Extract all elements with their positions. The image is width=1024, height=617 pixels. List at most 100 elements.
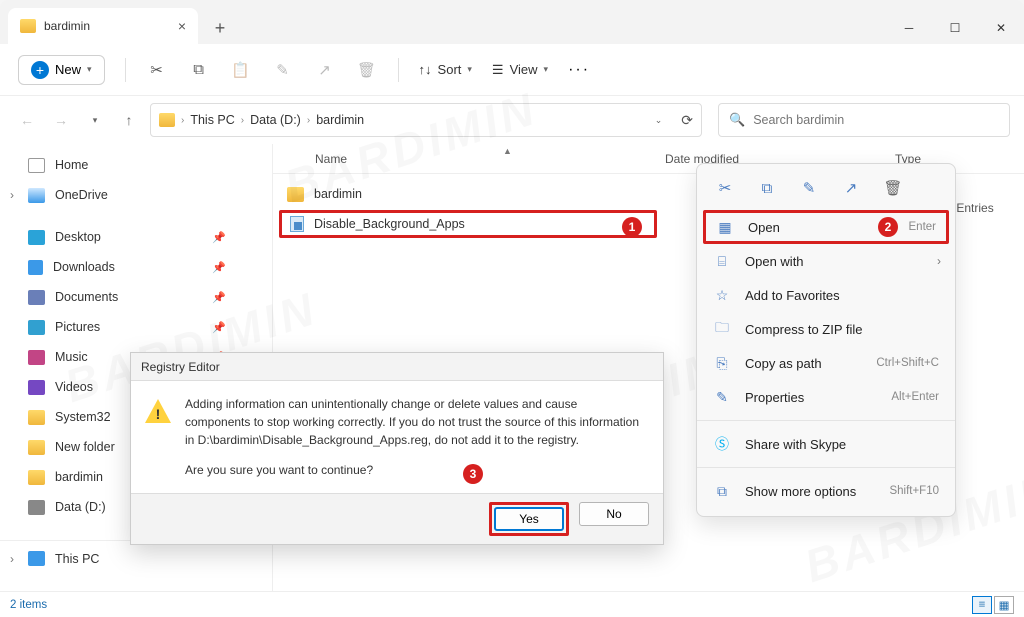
new-label: New <box>55 62 81 77</box>
cut-icon[interactable]: ✂ <box>146 59 168 81</box>
ctx-item-copypath[interactable]: ⎘ Copy as path Ctrl+Shift+C <box>697 346 955 380</box>
rename-icon[interactable]: ✎ <box>272 59 294 81</box>
sidebar-item-label: This PC <box>55 552 99 566</box>
chevron-down-icon[interactable]: ⌄ <box>655 115 663 126</box>
pin-icon: 📌 <box>212 261 226 274</box>
no-button[interactable]: No <box>579 502 649 526</box>
file-row-regfile[interactable]: Disable_Background_Apps 1 <box>279 210 657 238</box>
ctx-label: Properties <box>745 390 804 405</box>
copy-icon[interactable]: ⧉ <box>753 176 781 200</box>
copy-icon[interactable]: ⧉ <box>188 59 210 81</box>
sidebar-item-label: Data (D:) <box>55 500 106 514</box>
tab-title: bardimin <box>44 19 170 33</box>
properties-icon: ✎ <box>713 388 731 406</box>
pc-icon <box>28 551 45 566</box>
toolbar: + New ▾ ✂ ⧉ 📋 ✎ ↗ 🗑 ↑↓ Sort ▾ ☰ View ▾ ·… <box>0 44 1024 96</box>
view-icon: ☰ <box>492 62 504 78</box>
sidebar-item-onedrive[interactable]: OneDrive <box>0 180 272 210</box>
new-tab-button[interactable]: + <box>204 12 236 44</box>
dialog-message: Adding information can unintentionally c… <box>185 395 645 449</box>
ctx-item-open[interactable]: ▦ Open 2 Enter <box>703 210 949 244</box>
yes-button[interactable]: Yes <box>494 507 564 531</box>
pin-icon: 📌 <box>212 321 226 334</box>
ctx-label: Add to Favorites <box>745 288 840 303</box>
status-bar: 2 items ≡ ▦ <box>0 591 1024 617</box>
sidebar-item-home[interactable]: Home <box>0 150 272 180</box>
folder-icon <box>159 113 175 127</box>
sidebar-item-downloads[interactable]: Downloads 📌 <box>0 252 272 282</box>
forward-button[interactable]: → <box>48 107 74 133</box>
ctx-item-properties[interactable]: ✎ Properties Alt+Enter <box>697 380 955 414</box>
annotation-badge-2: 2 <box>878 217 898 237</box>
more-button[interactable]: ··· <box>568 61 590 79</box>
icons-view-button[interactable]: ▦ <box>994 596 1014 614</box>
minimize-button[interactable]: ─ <box>886 12 932 44</box>
ctx-label: Share with Skype <box>745 437 846 452</box>
maximize-button[interactable]: ☐ <box>932 12 978 44</box>
refresh-icon[interactable]: ⟳ <box>681 112 693 129</box>
close-button[interactable]: ✕ <box>978 12 1024 44</box>
sidebar-item-label: Home <box>55 158 88 172</box>
sidebar-item-desktop[interactable]: Desktop📌 <box>0 222 272 252</box>
chevron-down-icon: ▾ <box>87 64 92 75</box>
sidebar-item-documents[interactable]: Documents📌 <box>0 282 272 312</box>
shortcut-label: Enter <box>909 221 937 233</box>
annotation-badge-3: 3 <box>463 464 483 484</box>
ctx-label: Show more options <box>745 484 856 499</box>
registry-dialog: Registry Editor Adding information can u… <box>130 352 664 545</box>
context-menu: ✂ ⧉ ✎ ↗ 🗑 ▦ Open 2 Enter ⌸ Open with › ☆… <box>696 163 956 517</box>
shortcut-label: Alt+Enter <box>891 391 939 403</box>
search-input[interactable] <box>753 113 999 127</box>
address-row: ← → ▾ ↑ › This PC › Data (D:) › bardimin… <box>0 96 1024 144</box>
new-button[interactable]: + New ▾ <box>18 55 105 85</box>
dialog-question: Are you sure you want to continue? <box>185 461 645 479</box>
ctx-label: Open with <box>745 254 804 269</box>
folder-icon <box>28 410 45 425</box>
sidebar-item-label: System32 <box>55 410 111 424</box>
sidebar-item-label: Videos <box>55 380 93 394</box>
window-tab[interactable]: bardimin × <box>8 8 198 44</box>
up-button[interactable]: ↑ <box>116 107 142 133</box>
rename-icon[interactable]: ✎ <box>795 176 823 200</box>
chevron-down-icon: ▾ <box>544 64 549 75</box>
ctx-item-more[interactable]: ⧉ Show more options Shift+F10 <box>697 474 955 508</box>
paste-icon[interactable]: 📋 <box>230 59 252 81</box>
breadcrumb-folder[interactable]: bardimin <box>316 113 364 127</box>
downloads-icon <box>28 260 43 275</box>
pictures-icon <box>28 320 45 335</box>
ctx-item-favorites[interactable]: ☆ Add to Favorites <box>697 278 955 312</box>
details-view-button[interactable]: ≡ <box>972 596 992 614</box>
ctx-item-compress[interactable]: 🗀 Compress to ZIP file <box>697 312 955 346</box>
breadcrumb-drive[interactable]: Data (D:) <box>250 113 301 127</box>
sidebar-item-pictures[interactable]: Pictures📌 <box>0 312 272 342</box>
back-button[interactable]: ← <box>14 107 40 133</box>
cloud-icon <box>28 188 45 203</box>
sidebar-item-label: Desktop <box>55 230 101 244</box>
ctx-item-openwith[interactable]: ⌸ Open with › <box>697 244 955 278</box>
regfile-icon <box>290 216 304 232</box>
column-name[interactable]: Name <box>273 152 665 166</box>
ctx-item-skype[interactable]: Ⓢ Share with Skype <box>697 427 955 461</box>
view-button[interactable]: ☰ View ▾ <box>492 62 548 78</box>
sidebar-item-label: Music <box>55 350 88 364</box>
annotation-badge-1: 1 <box>622 217 642 237</box>
share-icon[interactable]: ↗ <box>837 176 865 200</box>
pin-icon: 📌 <box>212 291 226 304</box>
sidebar-item-label: OneDrive <box>55 188 108 202</box>
delete-icon[interactable]: 🗑 <box>356 59 378 81</box>
share-icon[interactable]: ↗ <box>314 59 336 81</box>
cut-icon[interactable]: ✂ <box>711 176 739 200</box>
sidebar-item-label: Downloads <box>53 260 115 274</box>
search-box[interactable]: 🔍 <box>718 103 1010 137</box>
ctx-label: Copy as path <box>745 356 822 371</box>
delete-icon[interactable]: 🗑 <box>879 176 907 200</box>
sort-button[interactable]: ↑↓ Sort ▾ <box>419 62 472 77</box>
copypath-icon: ⎘ <box>713 354 731 372</box>
title-bar: bardimin × + ─ ☐ ✕ <box>0 0 1024 44</box>
address-bar[interactable]: › This PC › Data (D:) › bardimin ⌄ ⟳ <box>150 103 702 137</box>
sidebar-item-label: New folder <box>55 440 115 454</box>
breadcrumb-thispc[interactable]: This PC <box>190 113 234 127</box>
recent-button[interactable]: ▾ <box>82 107 108 133</box>
close-tab-icon[interactable]: × <box>178 18 186 34</box>
folder-icon <box>28 440 45 455</box>
